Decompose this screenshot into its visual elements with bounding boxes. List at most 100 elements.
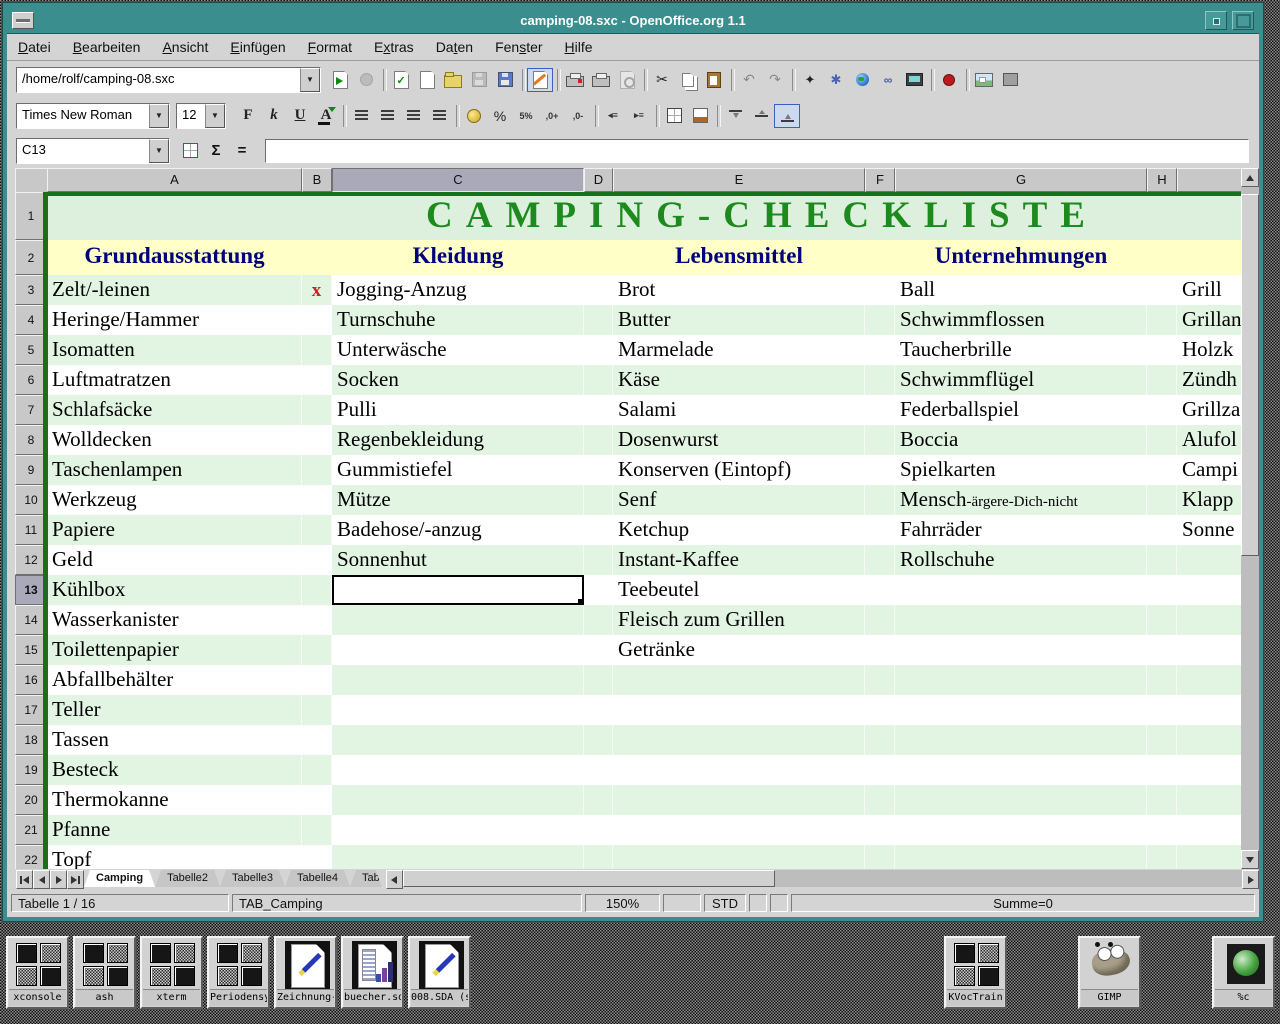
cell-E3[interactable]: Brot xyxy=(613,275,865,305)
cell-A10[interactable]: Werkzeug xyxy=(47,485,302,515)
cell-B9[interactable] xyxy=(302,455,332,485)
cell-F5[interactable] xyxy=(865,335,895,365)
background-color-icon[interactable] xyxy=(687,104,713,128)
cell-E8[interactable]: Dosenwurst xyxy=(613,425,865,455)
cell-F19[interactable] xyxy=(865,755,895,785)
cell-I17[interactable] xyxy=(1177,695,1241,725)
cell-D18[interactable] xyxy=(584,725,613,755)
cell-H21[interactable] xyxy=(1147,815,1177,845)
cell-F15[interactable] xyxy=(865,635,895,665)
delete-decimal-icon[interactable]: ,0- xyxy=(565,104,591,128)
status-sum[interactable]: Summe=0 xyxy=(791,894,1255,912)
sheet-tab-tab[interactable]: Tab xyxy=(350,870,382,887)
cell-E21[interactable] xyxy=(613,815,865,845)
sheet-tab-camping[interactable]: Camping xyxy=(84,870,155,887)
stop-icon[interactable] xyxy=(353,68,379,92)
tab-scroll-left-button[interactable] xyxy=(386,870,403,889)
cell-H14[interactable] xyxy=(1147,605,1177,635)
column-header-F[interactable]: F xyxy=(865,168,895,192)
cell-C5[interactable]: Unterwäsche xyxy=(332,335,584,365)
cell-G14[interactable] xyxy=(895,605,1147,635)
cell-F3[interactable] xyxy=(865,275,895,305)
cell-F7[interactable] xyxy=(865,395,895,425)
cell-D5[interactable] xyxy=(584,335,613,365)
save-document-icon[interactable] xyxy=(466,68,492,92)
last-sheet-button[interactable] xyxy=(67,870,84,889)
desktop-icon-zeichnung-[interactable]: Zeichnung- xyxy=(274,936,337,1009)
cell-C20[interactable] xyxy=(332,785,584,815)
cell-A17[interactable]: Teller xyxy=(47,695,302,725)
cell-E5[interactable]: Marmelade xyxy=(613,335,865,365)
cell-A11[interactable]: Papiere xyxy=(47,515,302,545)
cell-F9[interactable] xyxy=(865,455,895,485)
titlebar[interactable]: camping-08.sxc - OpenOffice.org 1.1 xyxy=(7,7,1259,34)
cell-H19[interactable] xyxy=(1147,755,1177,785)
paste-icon[interactable] xyxy=(701,68,727,92)
cell-A18[interactable]: Tassen xyxy=(47,725,302,755)
cell-B18[interactable] xyxy=(302,725,332,755)
increase-indent-icon[interactable]: ▸≡ xyxy=(626,104,652,128)
cell-F18[interactable] xyxy=(865,725,895,755)
cell-E17[interactable] xyxy=(613,695,865,725)
cell-G9[interactable]: Spielkarten xyxy=(895,455,1147,485)
function-autopilot-icon[interactable] xyxy=(177,138,203,162)
desktop-icon-buecher-sd[interactable]: buecher.sd xyxy=(341,936,404,1009)
print-icon[interactable] xyxy=(588,68,614,92)
status-insert-mode[interactable]: STD xyxy=(704,894,746,912)
cell-G4[interactable]: Schwimmflossen xyxy=(895,305,1147,335)
cell-C12[interactable]: Sonnenhut xyxy=(332,545,584,575)
sheet-tab-tabelle2[interactable]: Tabelle2 xyxy=(155,870,220,887)
cell-I14[interactable] xyxy=(1177,605,1241,635)
align-center-icon[interactable] xyxy=(374,104,400,128)
menu-datei[interactable]: Datei xyxy=(7,36,62,58)
cell-D11[interactable] xyxy=(584,515,613,545)
navigator-icon[interactable]: ✦ xyxy=(797,68,823,92)
cell-B13[interactable] xyxy=(302,575,332,605)
menu-extras[interactable]: Extras xyxy=(363,36,425,58)
cell-E4[interactable]: Butter xyxy=(613,305,865,335)
cell-H7[interactable] xyxy=(1147,395,1177,425)
url-field[interactable]: /home/rolf/camping-08.sxc ▼ xyxy=(16,67,321,93)
cell-G5[interactable]: Taucherbrille xyxy=(895,335,1147,365)
cell-D16[interactable] xyxy=(584,665,613,695)
cell-B5[interactable] xyxy=(302,335,332,365)
gallery-icon[interactable] xyxy=(849,68,875,92)
column-header-D[interactable]: D xyxy=(584,168,613,192)
new-document-icon[interactable] xyxy=(414,68,440,92)
cell-G7[interactable]: Federballspiel xyxy=(895,395,1147,425)
cell-B17[interactable] xyxy=(302,695,332,725)
first-sheet-button[interactable] xyxy=(16,870,33,889)
cell-F4[interactable] xyxy=(865,305,895,335)
cell-E10[interactable]: Senf xyxy=(613,485,865,515)
cell-G8[interactable]: Boccia xyxy=(895,425,1147,455)
vertical-scroll-thumb[interactable] xyxy=(1241,194,1259,556)
cell-E6[interactable]: Käse xyxy=(613,365,865,395)
column-header-G[interactable]: G xyxy=(895,168,1147,192)
cell-B4[interactable] xyxy=(302,305,332,335)
cell-E22[interactable] xyxy=(613,845,865,869)
cell-I22[interactable] xyxy=(1177,845,1241,869)
cell-D19[interactable] xyxy=(584,755,613,785)
cell-D17[interactable] xyxy=(584,695,613,725)
cell-G10[interactable]: Mensch-ärgere-Dich-nicht xyxy=(895,485,1147,515)
cell-A14[interactable]: Wasserkanister xyxy=(47,605,302,635)
record-macro-icon[interactable] xyxy=(936,68,962,92)
cell-F8[interactable] xyxy=(865,425,895,455)
cell-I13[interactable] xyxy=(1177,575,1241,605)
stylist-icon[interactable]: ✱ xyxy=(823,68,849,92)
bold-icon[interactable]: F xyxy=(235,104,261,128)
cell-E14[interactable]: Fleisch zum Grillen xyxy=(613,605,865,635)
cell-G16[interactable] xyxy=(895,665,1147,695)
cell-H4[interactable] xyxy=(1147,305,1177,335)
cell-E19[interactable] xyxy=(613,755,865,785)
cell-H11[interactable] xyxy=(1147,515,1177,545)
cell-H15[interactable] xyxy=(1147,635,1177,665)
edit-file-icon[interactable]: ✓ xyxy=(388,68,414,92)
cell-D4[interactable] xyxy=(584,305,613,335)
cell-D8[interactable] xyxy=(584,425,613,455)
cell-I8[interactable]: Alufol xyxy=(1177,425,1241,455)
font-size-value[interactable]: 12 xyxy=(177,104,205,128)
cell-A5[interactable]: Isomatten xyxy=(47,335,302,365)
font-name-select[interactable]: Times New Roman ▼ xyxy=(16,103,170,129)
cell-B21[interactable] xyxy=(302,815,332,845)
